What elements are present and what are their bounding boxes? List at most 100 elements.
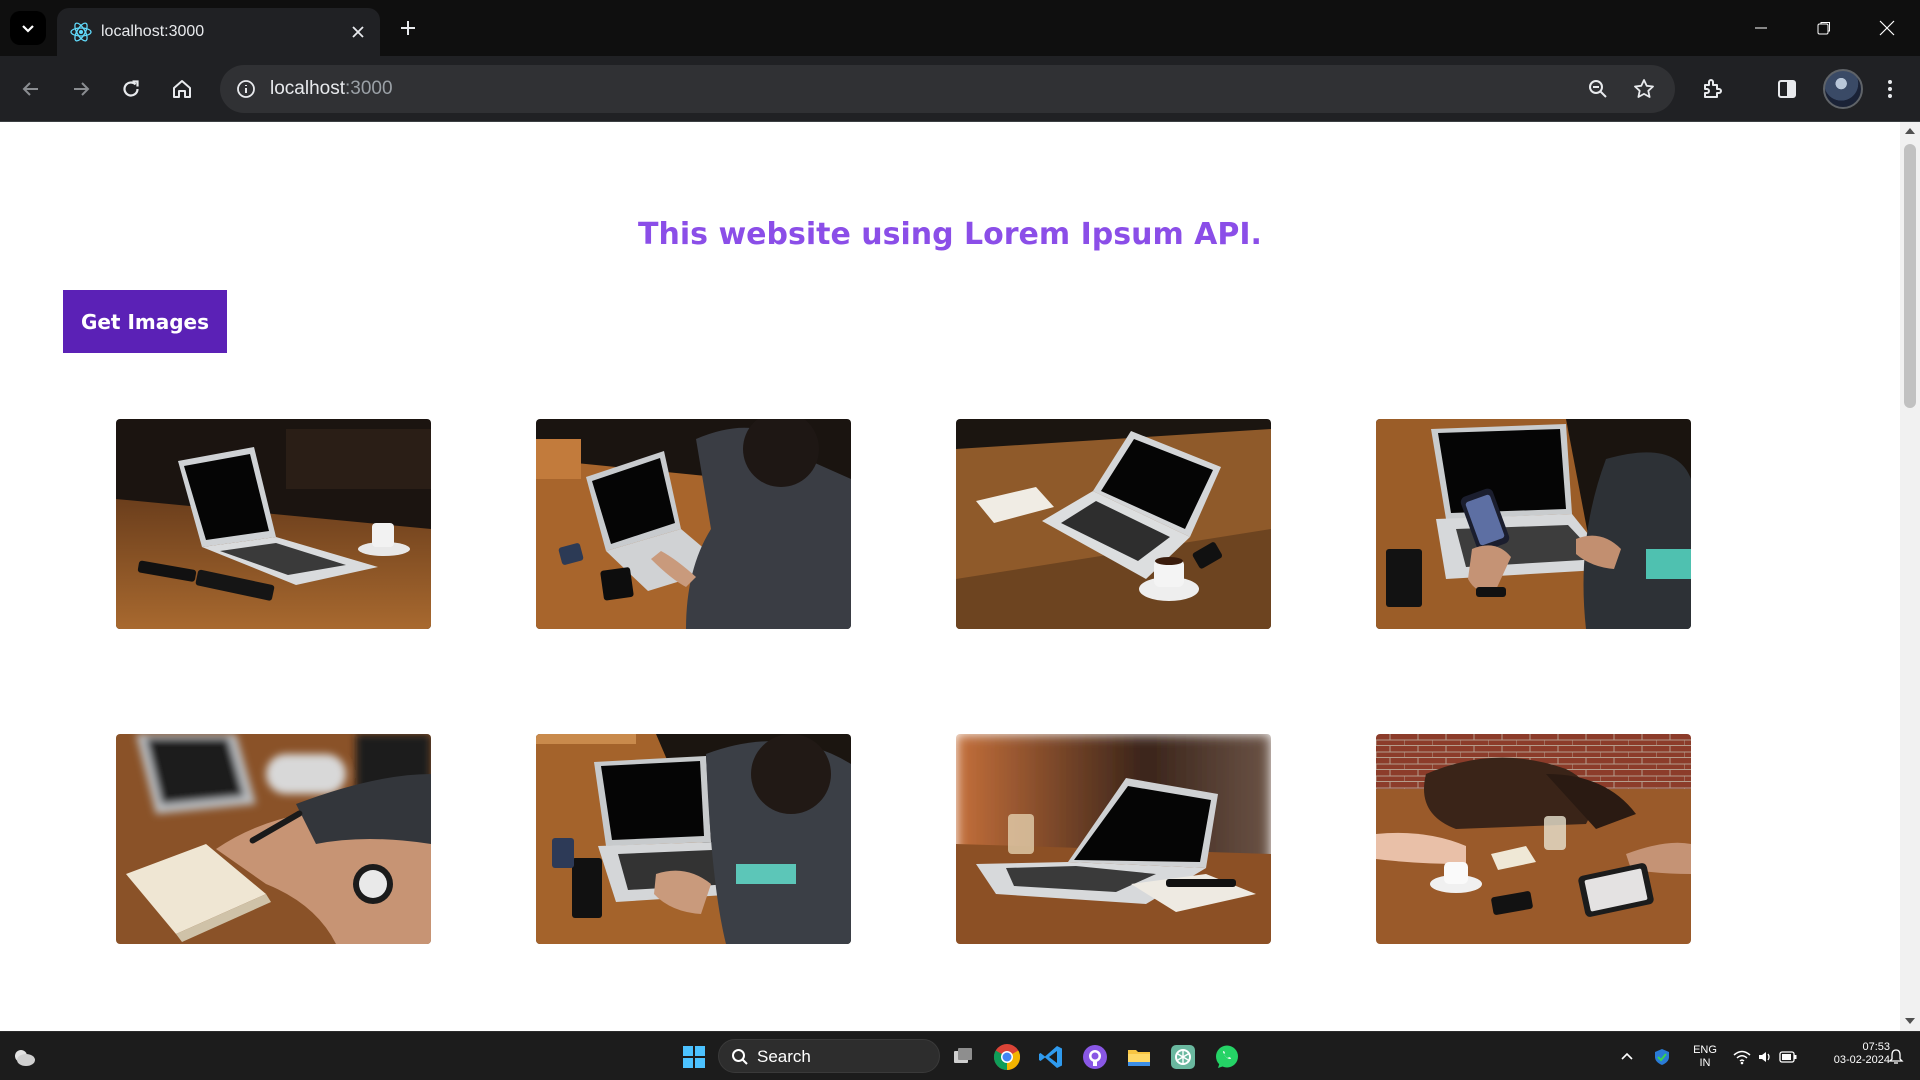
star-icon bbox=[1634, 79, 1654, 98]
folder-icon bbox=[1128, 1050, 1150, 1066]
chrome-icon bbox=[993, 1044, 1021, 1071]
chatgpt-taskbar-icon[interactable] bbox=[1167, 1041, 1199, 1073]
profile-avatar[interactable] bbox=[1823, 69, 1863, 109]
taskbar-search-box[interactable]: Search bbox=[718, 1039, 940, 1073]
hand-writing-in-notebook-photo bbox=[116, 734, 431, 944]
chatgpt-icon bbox=[1171, 1045, 1195, 1069]
close-icon bbox=[352, 26, 364, 38]
restore-icon bbox=[1817, 22, 1830, 35]
bookmark-button[interactable] bbox=[1628, 73, 1660, 105]
people-at-table-with-tablet-photo bbox=[1376, 734, 1691, 944]
restore-button[interactable] bbox=[1792, 0, 1855, 56]
scroll-thumb[interactable] bbox=[1904, 144, 1916, 408]
wifi-icon bbox=[1733, 1050, 1751, 1065]
weather-widget[interactable] bbox=[8, 1041, 40, 1073]
laptop-with-notebook-and-coffee-photo bbox=[956, 419, 1271, 629]
chevron-up-icon bbox=[1621, 1052, 1633, 1060]
search-icon bbox=[732, 1049, 748, 1065]
defender-tray-icon[interactable] bbox=[1650, 1041, 1674, 1073]
back-button[interactable] bbox=[11, 69, 51, 109]
tab-title: localhost:3000 bbox=[101, 23, 205, 40]
windows-icon bbox=[683, 1046, 705, 1068]
close-icon bbox=[1879, 20, 1894, 36]
minimize-icon bbox=[1754, 27, 1767, 29]
file-explorer-taskbar-icon[interactable] bbox=[1123, 1041, 1155, 1073]
hand-holding-phone-near-laptop-photo bbox=[1376, 419, 1691, 629]
kebab-menu-icon bbox=[1888, 80, 1892, 98]
browser-toolbar: localhost:3000 bbox=[0, 56, 1920, 122]
url-port: :3000 bbox=[345, 78, 393, 99]
vscode-icon bbox=[1039, 1046, 1062, 1068]
info-icon bbox=[237, 80, 255, 98]
zoom-button[interactable] bbox=[1582, 73, 1614, 105]
home-icon bbox=[173, 80, 191, 98]
notifications-button[interactable] bbox=[1884, 1041, 1908, 1073]
start-button[interactable] bbox=[678, 1041, 710, 1073]
vscode-taskbar-icon[interactable] bbox=[1035, 1041, 1067, 1073]
forward-button[interactable] bbox=[61, 69, 101, 109]
image-card bbox=[956, 419, 1271, 629]
language-code: ENG bbox=[1693, 1044, 1717, 1056]
whatsapp-icon bbox=[1216, 1045, 1238, 1068]
arrow-left-icon bbox=[22, 82, 38, 96]
side-panel-icon bbox=[1778, 80, 1796, 98]
puzzle-icon bbox=[1704, 79, 1722, 98]
reload-button[interactable] bbox=[111, 69, 151, 109]
browser-tab-bar: localhost:3000 bbox=[0, 0, 1920, 56]
chrome-taskbar-icon[interactable] bbox=[991, 1041, 1023, 1073]
region-code: IN bbox=[1699, 1057, 1711, 1069]
browser-menu-button[interactable] bbox=[1870, 69, 1910, 109]
github-taskbar-icon[interactable] bbox=[1079, 1041, 1111, 1073]
side-panel-button[interactable] bbox=[1767, 69, 1807, 109]
taskbar-search-label: Search bbox=[757, 1047, 811, 1066]
clock[interactable]: 07:53 03-02-2024 bbox=[1806, 1041, 1890, 1067]
tab-search-button[interactable] bbox=[10, 11, 46, 45]
bell-icon bbox=[1888, 1049, 1904, 1064]
get-images-button[interactable]: Get Images bbox=[63, 290, 227, 353]
image-card bbox=[956, 734, 1271, 944]
close-window-button[interactable] bbox=[1855, 0, 1918, 56]
clock-time: 07:53 bbox=[1862, 1041, 1890, 1053]
scroll-up-arrow[interactable] bbox=[1905, 128, 1915, 134]
page-scrollbar[interactable] bbox=[1900, 122, 1920, 1031]
image-card bbox=[116, 419, 431, 629]
url-text: localhost:3000 bbox=[270, 77, 393, 101]
new-tab-button[interactable] bbox=[390, 12, 426, 44]
scroll-down-arrow[interactable] bbox=[1905, 1018, 1915, 1024]
quick-settings-button[interactable] bbox=[1730, 1041, 1800, 1073]
home-button[interactable] bbox=[162, 69, 202, 109]
battery-icon bbox=[1779, 1051, 1797, 1063]
extensions-button[interactable] bbox=[1693, 69, 1733, 109]
shield-icon bbox=[1655, 1049, 1669, 1065]
github-icon bbox=[1083, 1045, 1107, 1069]
volume-icon bbox=[1759, 1052, 1770, 1062]
show-hidden-icons-button[interactable] bbox=[1617, 1041, 1637, 1073]
image-card bbox=[1376, 734, 1691, 944]
task-view-button[interactable] bbox=[947, 1041, 979, 1073]
language-indicator[interactable]: ENG IN bbox=[1688, 1044, 1722, 1070]
image-grid bbox=[116, 419, 1692, 944]
plus-icon bbox=[401, 21, 415, 35]
clock-date: 03-02-2024 bbox=[1833, 1054, 1890, 1066]
tab-close-button[interactable] bbox=[346, 20, 370, 44]
browser-tab[interactable]: localhost:3000 bbox=[57, 8, 380, 56]
whatsapp-taskbar-icon[interactable] bbox=[1211, 1041, 1243, 1073]
chevron-down-icon bbox=[22, 25, 34, 33]
zoom-out-icon bbox=[1589, 80, 1607, 98]
image-card bbox=[116, 734, 431, 944]
windows-taskbar: Search ENG IN 07:53 03-02-2024 bbox=[0, 1031, 1920, 1080]
task-view-icon bbox=[954, 1048, 972, 1063]
image-card bbox=[536, 419, 851, 629]
minimize-button[interactable] bbox=[1729, 0, 1792, 56]
image-card bbox=[536, 734, 851, 944]
arrow-right-icon bbox=[74, 82, 90, 96]
page-content: This website using Lorem Ipsum API. Get … bbox=[0, 122, 1900, 1031]
address-bar[interactable]: localhost:3000 bbox=[220, 65, 1675, 113]
reload-icon bbox=[123, 80, 139, 97]
man-typing-on-laptop-2-photo bbox=[536, 734, 851, 944]
laptop-on-table-with-glass-photo bbox=[956, 734, 1271, 944]
laptop-on-wooden-table-photo bbox=[116, 419, 431, 629]
url-host: localhost bbox=[270, 78, 345, 99]
site-info-button[interactable] bbox=[232, 75, 260, 103]
page-title: This website using Lorem Ipsum API. bbox=[638, 217, 1262, 252]
